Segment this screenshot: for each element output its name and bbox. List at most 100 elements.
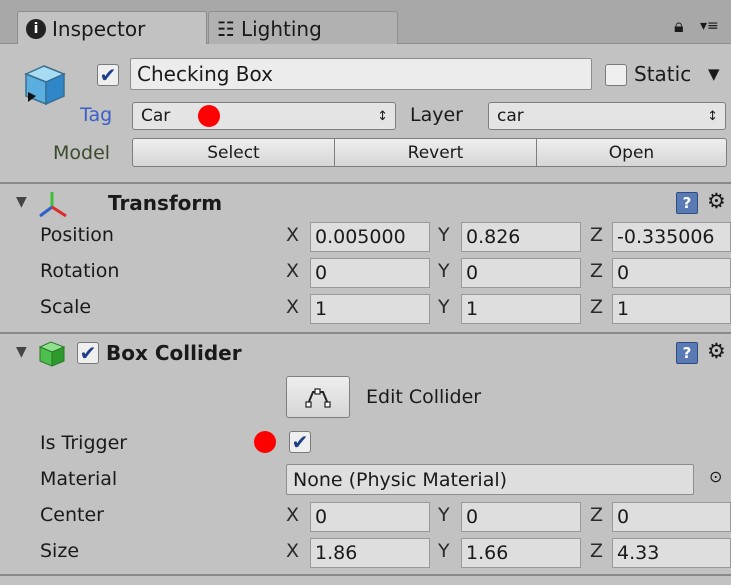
tag-dropdown[interactable]: Car ↕	[132, 102, 396, 130]
center-z-field[interactable]: 0	[612, 502, 731, 532]
gear-icon[interactable]: ⚙	[707, 189, 726, 213]
tag-label: Tag	[80, 104, 113, 126]
axis-label-y: Y	[438, 260, 450, 282]
component-title: Transform	[108, 191, 223, 215]
scale-x-field[interactable]: 1	[310, 294, 430, 324]
model-revert-button[interactable]: Revert	[334, 138, 537, 167]
button-label: Open	[608, 142, 655, 163]
model-select-button[interactable]: Select	[132, 138, 335, 167]
button-label: Revert	[407, 142, 464, 163]
field-value: 1	[466, 298, 479, 320]
size-z-field[interactable]: 4.33	[612, 538, 731, 568]
tag-value: Car	[141, 106, 171, 126]
name-value: Checking Box	[137, 62, 273, 86]
checkmark-icon: ✔	[79, 341, 97, 365]
layer-dropdown[interactable]: car ↕	[488, 102, 726, 130]
field-value: 1	[315, 298, 328, 320]
position-y-field[interactable]: 0.826	[461, 222, 581, 252]
center-x-field[interactable]: 0	[310, 502, 430, 532]
axis-label-x: X	[286, 504, 300, 526]
rotation-row: Rotation X 0 Y 0 Z 0	[0, 258, 731, 294]
field-value: -0.335006	[617, 226, 715, 248]
material-field[interactable]: None (Physic Material)	[286, 464, 694, 495]
field-value: 4.33	[617, 542, 660, 564]
field-value: 0	[315, 262, 328, 284]
gameobject-header: ✔ Checking Box Static ▼ Tag Car ↕ Layer …	[0, 44, 731, 184]
green-cube-icon	[38, 341, 66, 367]
static-dropdown-arrow-icon[interactable]: ▼	[708, 65, 720, 83]
property-label: Center	[40, 504, 104, 526]
edit-collider-button[interactable]	[286, 376, 350, 418]
field-value: 1.66	[466, 542, 509, 564]
property-label: Scale	[40, 296, 92, 318]
divider	[0, 574, 731, 576]
button-label: Select	[207, 142, 260, 163]
edit-collider-icon	[305, 388, 331, 408]
axis-label-y: Y	[438, 540, 450, 562]
tab-inspector[interactable]: i Inspector	[17, 11, 207, 45]
field-value: 0	[617, 262, 630, 284]
tab-label: Inspector	[52, 16, 146, 41]
field-value: 1.86	[315, 542, 358, 564]
is-trigger-checkbox[interactable]: ✔	[289, 431, 311, 453]
field-value: 1	[617, 298, 630, 320]
scale-row: Scale X 1 Y 1 Z 1	[0, 294, 731, 330]
help-icon[interactable]: ?	[676, 192, 698, 214]
size-y-field[interactable]: 1.66	[461, 538, 581, 568]
component-title: Box Collider	[106, 341, 242, 365]
axis-label-z: Z	[590, 260, 604, 282]
size-row: Size X 1.86 Y 1.66 Z 4.33	[0, 538, 731, 574]
transform-axes-icon	[39, 192, 67, 218]
annotation-dot	[254, 431, 276, 453]
layer-value: car	[497, 106, 524, 126]
field-value: 0	[617, 506, 630, 528]
rotation-x-field[interactable]: 0	[310, 258, 430, 288]
model-label: Model	[53, 142, 111, 164]
center-y-field[interactable]: 0	[461, 502, 581, 532]
static-label: Static	[634, 62, 692, 86]
tab-label: Lighting	[240, 16, 322, 41]
static-checkbox[interactable]	[605, 64, 627, 86]
axis-label-z: Z	[590, 504, 604, 526]
position-x-field[interactable]: 0.005000	[310, 222, 430, 252]
axis-label-x: X	[286, 296, 300, 318]
center-row: Center X 0 Y 0 Z 0	[0, 502, 731, 538]
foldout-arrow-icon[interactable]: ▼	[16, 194, 27, 210]
object-picker-icon[interactable]: ⊙	[709, 467, 722, 486]
menu-icon[interactable]: ▾≡	[700, 18, 719, 34]
is-trigger-label: Is Trigger	[40, 432, 128, 454]
checkmark-icon: ✔	[99, 63, 117, 87]
field-value: 0	[466, 506, 479, 528]
box-collider-header[interactable]: ▼ ✔ Box Collider ? ⚙	[0, 335, 731, 373]
field-value: 0	[466, 262, 479, 284]
axis-label-y: Y	[438, 224, 450, 246]
gear-icon[interactable]: ⚙	[707, 339, 726, 363]
cube-icon	[24, 65, 66, 106]
sliders-icon: ☷	[217, 16, 235, 41]
position-z-field[interactable]: -0.335006	[612, 222, 731, 252]
axis-label-y: Y	[438, 504, 450, 526]
rotation-z-field[interactable]: 0	[612, 258, 731, 288]
foldout-arrow-icon[interactable]: ▼	[16, 344, 27, 360]
property-label: Size	[40, 540, 80, 562]
active-checkbox[interactable]: ✔	[97, 64, 119, 86]
field-value: 0.005000	[315, 226, 406, 248]
size-x-field[interactable]: 1.86	[310, 538, 430, 568]
transform-header[interactable]: ▼ Transform ? ⚙	[0, 185, 731, 223]
axis-label-x: X	[286, 224, 300, 246]
scale-y-field[interactable]: 1	[461, 294, 581, 324]
model-open-button[interactable]: Open	[536, 138, 727, 167]
scale-z-field[interactable]: 1	[612, 294, 731, 324]
position-row: Position X 0.005000 Y 0.826 Z -0.335006	[0, 222, 731, 258]
tab-lighting[interactable]: ☷ Lighting	[208, 11, 398, 45]
tab-bar: i Inspector ☷ Lighting 🔒︎ ▾≡	[0, 0, 731, 45]
updown-arrow-icon: ↕	[707, 108, 718, 124]
annotation-dot	[198, 105, 220, 127]
help-icon[interactable]: ?	[676, 342, 698, 364]
layer-label: Layer	[410, 104, 463, 126]
lock-icon[interactable]: 🔒︎	[674, 16, 684, 37]
axis-label-x: X	[286, 540, 300, 562]
name-field[interactable]: Checking Box	[130, 58, 592, 90]
collider-enabled-checkbox[interactable]: ✔	[77, 342, 99, 364]
rotation-y-field[interactable]: 0	[461, 258, 581, 288]
